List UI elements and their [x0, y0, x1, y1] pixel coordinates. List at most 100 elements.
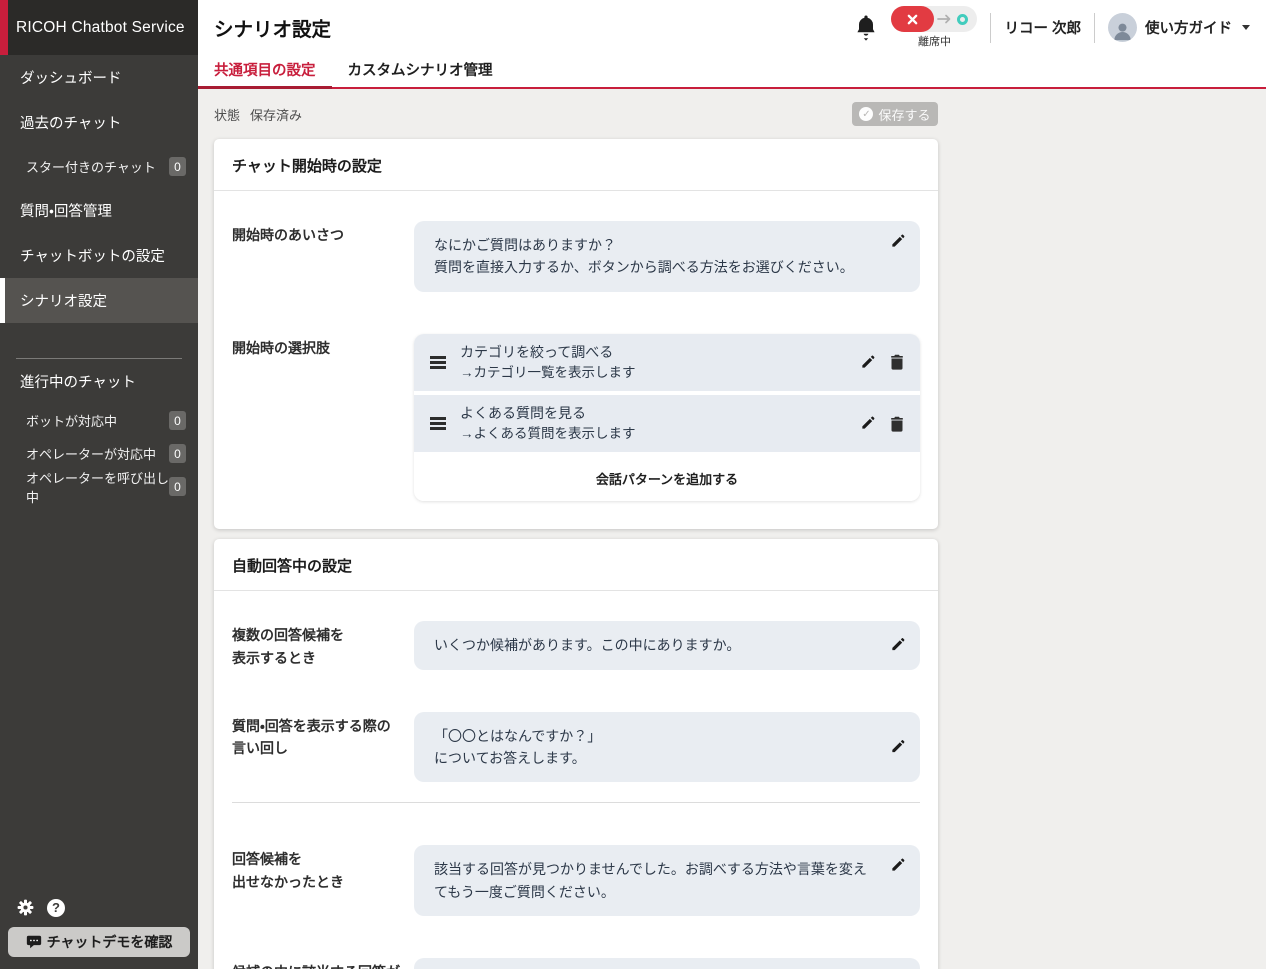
- field-multiple-candidates: 複数の回答候補を 表示するとき いくつか候補があります。この中にありますか。: [232, 621, 920, 669]
- brand-title: RICOH Chatbot Service: [16, 19, 185, 37]
- sidebar-item-qa-management[interactable]: 質問・回答管理: [0, 188, 198, 233]
- field-label: 開始時の選択肢: [232, 334, 414, 502]
- edit-icon[interactable]: [860, 355, 875, 370]
- field-start-choices: 開始時の選択肢 カテゴリを絞って調べる →カテゴリ一覧を表示します: [232, 334, 920, 502]
- value-line: 「〇〇とはなんですか？」: [434, 725, 876, 747]
- x-icon: [907, 14, 918, 25]
- status-toolbar: 状態 保存済み ✓ 保存する: [214, 89, 938, 139]
- field-no-matching-candidate: 候補の中に該当する回答が: [232, 958, 920, 969]
- add-conversation-pattern-button[interactable]: 会話パターンを追加する: [414, 456, 920, 501]
- drag-handle-icon[interactable]: [430, 415, 446, 433]
- main-area: シナリオ設定: [198, 0, 1266, 969]
- person-icon: [1111, 19, 1134, 42]
- topbar: シナリオ設定: [198, 0, 1266, 55]
- sidebar-item-label: シナリオ設定: [20, 290, 107, 311]
- sidebar-item-operator-calling[interactable]: オペレーターを呼び出し中 0: [0, 470, 198, 503]
- tab-custom-scenario[interactable]: カスタムシナリオ管理: [332, 55, 509, 87]
- edit-icon[interactable]: [860, 416, 875, 431]
- vertical-divider: [1094, 13, 1095, 43]
- drag-handle-icon[interactable]: [430, 354, 446, 372]
- value-box: いくつか候補があります。この中にありますか。: [414, 621, 920, 669]
- chat-demo-button[interactable]: チャットデモを確認: [8, 927, 190, 957]
- sidebar-item-past-chats[interactable]: 過去のチャット: [0, 100, 198, 145]
- vertical-divider: [990, 13, 991, 43]
- notification-bell-icon[interactable]: [854, 14, 878, 41]
- guide-menu[interactable]: 使い方ガイド: [1108, 13, 1250, 42]
- count-badge: 0: [169, 444, 186, 463]
- check-circle-icon: ✓: [859, 107, 873, 121]
- save-button[interactable]: ✓ 保存する: [852, 102, 938, 126]
- guide-label: 使い方ガイド: [1145, 17, 1232, 38]
- card-title: 自動回答中の設定: [214, 539, 938, 591]
- gear-icon[interactable]: [16, 898, 35, 917]
- field-label: 質問・回答を表示する際の 言い回し: [232, 712, 414, 783]
- value-line: についてお答えします。: [434, 747, 876, 769]
- field-no-candidates: 回答候補を 出せなかったとき 該当する回答が見つかりませんでした。お調べする方法…: [232, 845, 920, 916]
- page-title: シナリオ設定: [214, 13, 331, 42]
- choice-title: よくある質問を見る: [460, 403, 636, 424]
- field-label: 複数の回答候補を 表示するとき: [232, 621, 414, 669]
- count-badge: 0: [169, 477, 186, 496]
- away-state-pill: [891, 6, 934, 32]
- edit-icon[interactable]: [890, 740, 905, 755]
- tab-common-settings[interactable]: 共通項目の設定: [198, 55, 332, 87]
- sidebar-item-label: オペレーターが対応中: [26, 444, 156, 463]
- sidebar-item-ongoing-chats[interactable]: 進行中のチャット: [0, 359, 198, 404]
- presence-toggle[interactable]: 離席中: [891, 6, 977, 49]
- trash-icon[interactable]: [890, 354, 904, 370]
- choice-list: カテゴリを絞って調べる →カテゴリ一覧を表示します: [414, 334, 920, 502]
- state-value: 保存済み: [250, 105, 302, 124]
- value-box: 該当する回答が見つかりませんでした。お調べする方法や言葉を変えてもう一度ご質問く…: [414, 845, 920, 916]
- choice-desc: →よくある質問を表示します: [460, 424, 636, 444]
- section-divider: [232, 802, 920, 803]
- sidebar-ongoing-section: 進行中のチャット ボットが対応中 0 オペレーターが対応中 0 オペレーターを呼…: [0, 359, 198, 503]
- help-glyph: ?: [52, 900, 60, 915]
- value-line: 質問を直接入力するか、ボタンから調べる方法をお選びください。: [434, 256, 876, 278]
- tab-bar: 共通項目の設定 カスタムシナリオ管理: [198, 55, 1266, 89]
- trash-icon[interactable]: [890, 416, 904, 432]
- save-button-label: 保存する: [878, 105, 930, 124]
- sidebar-item-scenario-settings[interactable]: シナリオ設定: [0, 278, 198, 323]
- field-label: 回答候補を 出せなかったとき: [232, 845, 414, 916]
- sidebar-item-label: ボットが対応中: [26, 411, 117, 430]
- presence-switch[interactable]: [891, 6, 977, 32]
- card-title: チャット開始時の設定: [214, 139, 938, 191]
- sidebar-item-label: オペレーターを呼び出し中: [26, 468, 169, 506]
- state-label: 状態: [214, 105, 240, 124]
- value-box: [414, 958, 920, 969]
- greeting-value-box: なにかご質問はありますか？ 質問を直接入力するか、ボタンから調べる方法をお選びく…: [414, 221, 920, 292]
- field-label: 候補の中に該当する回答が: [232, 958, 414, 969]
- sidebar-item-label: ダッシュボード: [20, 67, 122, 88]
- sidebar-item-starred-chats[interactable]: スター付きのチャット 0: [0, 145, 198, 188]
- choice-item-category: カテゴリを絞って調べる →カテゴリ一覧を表示します: [414, 334, 920, 391]
- content-area: 状態 保存済み ✓ 保存する チャット開始時の設定 開始時のあいさつ: [198, 89, 1266, 969]
- field-label: 開始時のあいさつ: [232, 221, 414, 292]
- help-icon[interactable]: ?: [47, 899, 65, 917]
- edit-icon[interactable]: [890, 234, 905, 249]
- sidebar: RICOH Chatbot Service ダッシュボード 過去のチャット スタ…: [0, 0, 198, 969]
- sidebar-item-bot-handling[interactable]: ボットが対応中 0: [0, 404, 198, 437]
- user-name[interactable]: リコー 次郎: [1004, 17, 1081, 38]
- field-greeting: 開始時のあいさつ なにかご質問はありますか？ 質問を直接入力するか、ボタンから調…: [232, 221, 920, 292]
- choice-item-faq: よくある質問を見る →よくある質問を表示します: [414, 395, 920, 452]
- edit-icon[interactable]: [890, 638, 905, 653]
- choice-desc: →カテゴリ一覧を表示します: [460, 363, 636, 383]
- card-chat-start-settings: チャット開始時の設定 開始時のあいさつ なにかご質問はありますか？ 質問を直接入…: [214, 139, 938, 529]
- sidebar-item-label: スター付きのチャット: [26, 157, 156, 176]
- sidebar-item-chatbot-settings[interactable]: チャットボットの設定: [0, 233, 198, 278]
- brand-header: RICOH Chatbot Service: [0, 0, 198, 55]
- sidebar-item-label: チャットボットの設定: [20, 245, 165, 266]
- chevron-down-icon: [1242, 25, 1250, 30]
- choice-title: カテゴリを絞って調べる: [460, 342, 636, 363]
- edit-icon[interactable]: [890, 858, 905, 873]
- sidebar-item-dashboard[interactable]: ダッシュボード: [0, 55, 198, 100]
- count-badge: 0: [169, 411, 186, 430]
- sidebar-nav: ダッシュボード 過去のチャット スター付きのチャット 0 質問・回答管理 チャッ…: [0, 55, 198, 323]
- online-state-ring-icon: [957, 14, 968, 25]
- brand-red-accent: [0, 0, 8, 55]
- value-line: いくつか候補があります。この中にありますか。: [434, 634, 876, 656]
- count-badge: 0: [169, 157, 186, 176]
- sidebar-item-operator-handling[interactable]: オペレーターが対応中 0: [0, 437, 198, 470]
- sidebar-item-label: 過去のチャット: [20, 112, 121, 133]
- sidebar-item-label: 質問・回答管理: [20, 200, 112, 221]
